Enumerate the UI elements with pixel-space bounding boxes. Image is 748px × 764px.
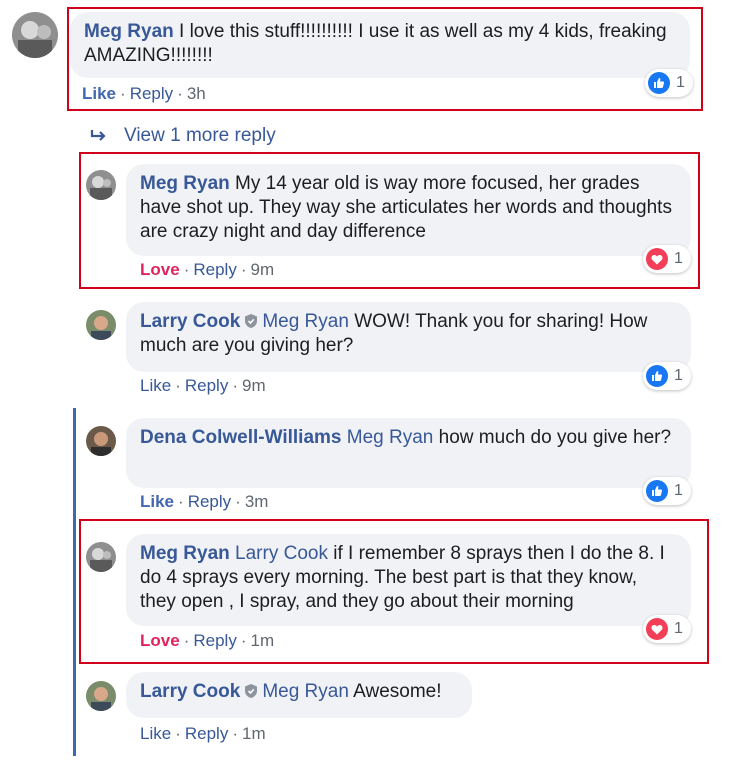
- mention-link[interactable]: Meg Ryan: [262, 311, 349, 332]
- comment-bubble: Larry Cook Meg Ryan Awesome!: [126, 672, 472, 718]
- like-button[interactable]: Like: [140, 492, 174, 511]
- reply-button[interactable]: Reply: [185, 724, 228, 743]
- mention-link[interactable]: Meg Ryan: [262, 681, 349, 702]
- highlight-box: [67, 7, 703, 111]
- reply-button[interactable]: Reply: [185, 376, 228, 395]
- reaction-count[interactable]: 1: [643, 362, 691, 390]
- comment-actions: Like · Reply · 3m: [140, 492, 269, 511]
- like-reaction-icon: [646, 480, 668, 502]
- avatar[interactable]: [86, 426, 116, 456]
- reaction-count[interactable]: 1: [643, 477, 691, 505]
- avatar[interactable]: [86, 310, 116, 340]
- comment-actions: Like · Reply · 1m: [140, 724, 266, 743]
- view-more-label[interactable]: View 1 more reply: [124, 125, 276, 147]
- comment-author[interactable]: Larry Cook: [140, 311, 240, 332]
- comment-author[interactable]: Dena Colwell-Williams: [140, 427, 342, 448]
- avatar[interactable]: [12, 12, 58, 58]
- like-button[interactable]: Like: [140, 724, 171, 743]
- comment-text: how much do you give her?: [438, 427, 672, 448]
- highlight-box: [79, 152, 700, 289]
- timestamp[interactable]: 1m: [242, 724, 266, 743]
- reaction-number: 1: [674, 367, 683, 384]
- comment-author[interactable]: Larry Cook: [140, 681, 240, 702]
- mention-link[interactable]: Meg Ryan: [347, 427, 434, 448]
- view-more-replies[interactable]: View 1 more reply: [90, 125, 276, 147]
- reply-button[interactable]: Reply: [188, 492, 231, 511]
- comment-bubble: Larry Cook Meg Ryan WOW! Thank you for sh…: [126, 302, 691, 372]
- verified-shield-icon: [245, 314, 258, 328]
- thread-line: [73, 408, 76, 756]
- reply-arrow-icon: [90, 130, 106, 141]
- timestamp[interactable]: 9m: [242, 376, 266, 395]
- timestamp[interactable]: 3m: [245, 492, 269, 511]
- verified-shield-icon: [245, 684, 258, 698]
- like-reaction-icon: [646, 365, 668, 387]
- highlight-box: [79, 519, 709, 664]
- comment-text: Awesome!: [353, 681, 442, 702]
- like-button[interactable]: Like: [140, 376, 171, 395]
- reaction-number: 1: [674, 482, 683, 499]
- comment-bubble: Dena Colwell-Williams Meg Ryan how much …: [126, 418, 691, 488]
- comment-actions: Like · Reply · 9m: [140, 376, 266, 395]
- avatar[interactable]: [86, 681, 116, 711]
